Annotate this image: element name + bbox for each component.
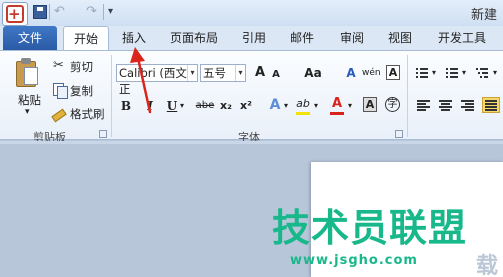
chevron-down-icon[interactable]: ▾ [235, 65, 245, 81]
strikethrough-button[interactable]: abe [194, 97, 216, 115]
tab-developer[interactable]: 开发工具 [430, 26, 494, 50]
font-color-button[interactable]: A [330, 95, 344, 113]
superscript-button[interactable]: x² [238, 97, 254, 115]
change-case-button[interactable]: Aa [302, 64, 324, 82]
phonetic-guide-button[interactable]: wén [362, 64, 381, 82]
multilevel-list-icon[interactable] [476, 67, 488, 79]
group-separator [407, 55, 408, 137]
clear-formatting-button[interactable]: A [343, 64, 359, 82]
chevron-down-icon[interactable]: ▾ [460, 64, 468, 82]
chevron-down-icon[interactable]: ▾ [430, 64, 438, 82]
subscript-button[interactable]: x₂ [218, 97, 234, 115]
watermark-url: www.jsgho.com [290, 253, 418, 268]
cut-button[interactable]: 剪切 [70, 59, 93, 75]
align-left-icon[interactable] [417, 99, 431, 111]
clipboard-clip [21, 58, 31, 64]
tab-view[interactable]: 视图 [380, 26, 420, 50]
highlight-button[interactable]: ab [295, 95, 311, 113]
toolbar-separator [103, 4, 104, 20]
bold-button[interactable]: B [119, 97, 133, 115]
word-app-icon[interactable]: + [2, 2, 28, 26]
redo-icon[interactable]: ↷ [86, 5, 100, 19]
copy-icon [53, 83, 68, 99]
paste-button[interactable]: 粘贴 [18, 92, 41, 108]
highlight-dropdown-icon[interactable]: ▾ [312, 97, 320, 115]
paste-icon[interactable] [14, 57, 40, 87]
title-bar [0, 0, 503, 26]
font-color-dropdown-icon[interactable]: ▾ [346, 97, 354, 115]
customize-quick-access-icon[interactable]: ▾ [108, 5, 122, 19]
tab-file[interactable]: 文件 [3, 26, 57, 50]
text-effects-dropdown-icon[interactable]: ▾ [282, 97, 290, 115]
enclose-characters-button[interactable]: 字 [385, 97, 400, 112]
chevron-down-icon[interactable]: ▾ [491, 64, 499, 82]
numbered-list-icon[interactable] [446, 67, 458, 79]
align-center-icon[interactable] [439, 99, 453, 111]
paste-dropdown-arrow[interactable]: ▾ [25, 107, 30, 117]
save-icon[interactable] [33, 5, 47, 19]
group-separator [111, 55, 112, 137]
new-document-icon: + [8, 5, 21, 23]
align-right-icon[interactable] [461, 99, 475, 111]
highlight-color-bar [296, 112, 310, 115]
grow-font-button[interactable]: A [252, 64, 268, 82]
chevron-down-icon[interactable]: ▾ [187, 65, 197, 81]
font-color-bar [330, 112, 344, 115]
justify-icon[interactable] [482, 97, 500, 113]
clipboard-dialog-launcher[interactable] [99, 130, 107, 138]
bullet-list-icon[interactable] [416, 67, 428, 79]
watermark-corner: 载 [476, 254, 499, 277]
document-title: 新建 [470, 8, 497, 23]
font-name-combo[interactable]: Calibri (西文正 ▾ [116, 64, 198, 96]
character-shading-button[interactable]: A [363, 97, 377, 112]
underline-dropdown-icon[interactable]: ▾ [178, 97, 186, 115]
format-painter-icon [52, 106, 68, 120]
tab-review[interactable]: 审阅 [332, 26, 372, 50]
italic-button[interactable]: I [143, 97, 157, 115]
format-painter-button[interactable]: 格式刷 [70, 106, 105, 122]
font-size-value: 五号 [203, 66, 226, 80]
scissors-icon: ✂ [53, 58, 64, 73]
tab-mailings[interactable]: 邮件 [282, 26, 322, 50]
shrink-font-button[interactable]: A [270, 66, 282, 84]
toolbar-separator [49, 4, 50, 20]
copy-button[interactable]: 复制 [70, 83, 93, 99]
tab-page-layout[interactable]: 页面布局 [164, 26, 224, 50]
font-size-combo[interactable]: 五号 ▾ [200, 64, 246, 82]
watermark-title: 技术员联盟 [272, 206, 468, 250]
paste-sheet [24, 67, 38, 85]
tab-insert[interactable]: 插入 [114, 26, 154, 50]
font-dialog-launcher[interactable] [395, 130, 403, 138]
character-border-button[interactable]: A [386, 65, 400, 80]
underline-button[interactable]: U [165, 97, 179, 115]
undo-icon[interactable]: ↶ [54, 5, 68, 19]
ruler-strip [0, 141, 503, 144]
tab-home[interactable]: 开始 [63, 26, 109, 51]
tab-references[interactable]: 引用 [234, 26, 274, 50]
text-effects-button[interactable]: A [268, 96, 282, 114]
